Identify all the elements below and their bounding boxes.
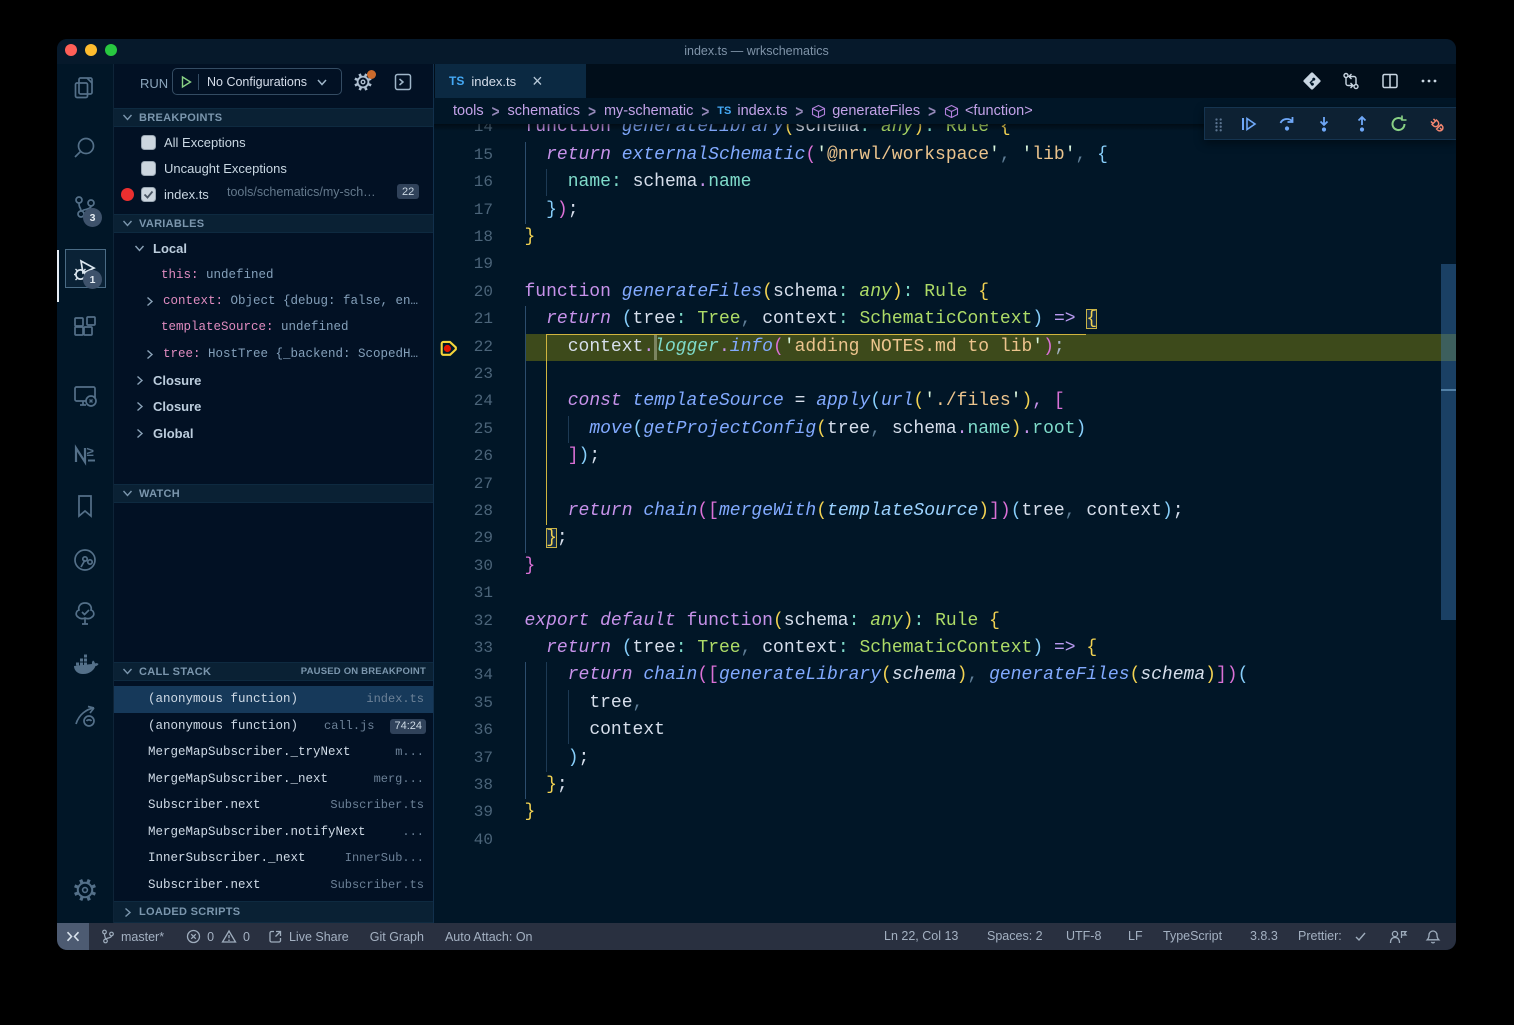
svg-text:≥: ≥ (87, 444, 94, 459)
